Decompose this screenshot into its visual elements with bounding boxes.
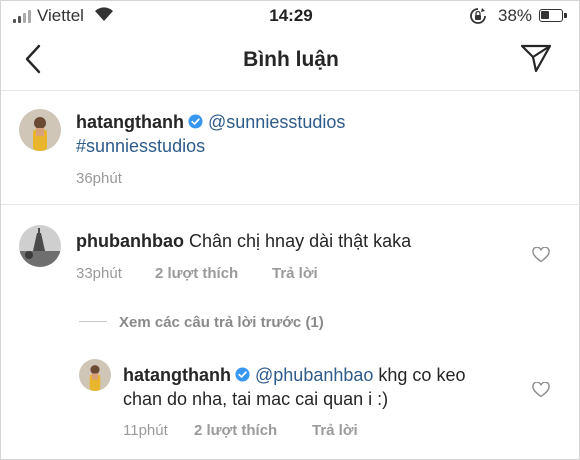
avatar[interactable]: [79, 359, 111, 391]
comment-text: Chân chị hnay dài thật kaka: [189, 231, 412, 251]
reply-text-line2: chan do nha, tai mac cai quan i :): [123, 389, 389, 409]
reply-mention[interactable]: @phubanhbao: [255, 365, 373, 385]
heart-icon[interactable]: [532, 247, 550, 263]
rotation-lock-icon: [470, 8, 486, 24]
view-previous-label: Xem các câu trả lời trước (1): [119, 314, 324, 331]
avatar[interactable]: [19, 225, 61, 267]
caption-mention[interactable]: @sunniesstudios: [208, 112, 345, 132]
reply-text: khg co keo: [373, 365, 466, 385]
comment-reply-button[interactable]: Trả lời: [272, 265, 318, 282]
battery-icon: [539, 9, 567, 22]
comment-time: 33phút: [76, 265, 122, 282]
screen-frame: Viettel 14:29 38% Bình luận hatangthanh …: [0, 0, 580, 460]
verified-badge-icon: [188, 114, 203, 129]
view-previous-replies[interactable]: Xem các câu trả lời trước (1): [79, 314, 324, 331]
reply-likes[interactable]: 2 lượt thích: [194, 422, 277, 439]
reply-username[interactable]: hatangthanh: [123, 365, 231, 385]
avatar[interactable]: [19, 109, 61, 151]
verified-badge-icon: [235, 367, 250, 382]
status-time: 14:29: [269, 6, 313, 25]
comment-likes[interactable]: 2 lượt thích: [155, 265, 238, 282]
caption-username[interactable]: hatangthanh: [76, 112, 184, 132]
heart-icon[interactable]: [532, 382, 550, 398]
comments-header: Bình luận: [1, 31, 580, 91]
send-icon[interactable]: [519, 42, 553, 74]
reply-time: 11phút: [123, 422, 168, 439]
battery-percent: 38%: [498, 6, 533, 25]
caption-hashtag[interactable]: #sunniesstudios: [76, 136, 205, 156]
status-bar: Viettel 14:29 38%: [1, 1, 580, 31]
caption-time: 36phút: [76, 170, 122, 187]
post-caption: hatangthanh @sunniesstudios #sunniesstud…: [1, 92, 580, 205]
comment-username[interactable]: phubanhbao: [76, 231, 184, 251]
reply-reply-button[interactable]: Trả lời: [312, 422, 358, 439]
page-title: Bình luận: [243, 48, 339, 71]
